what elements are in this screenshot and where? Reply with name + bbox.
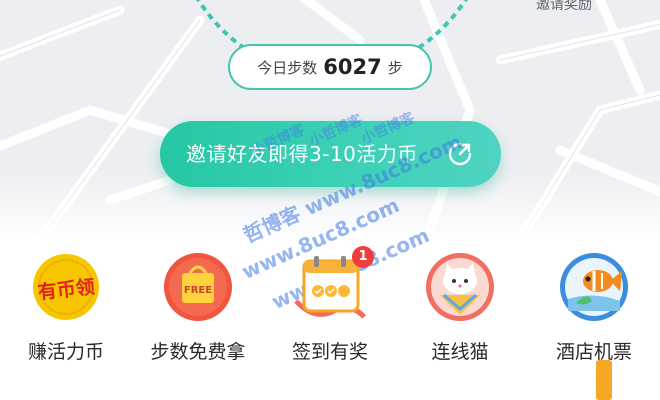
feature-checkin[interactable]: 签到有奖: [270, 245, 390, 375]
feature-link-cat[interactable]: 连线猫: [400, 245, 520, 375]
feature-label: 赚活力币: [27, 341, 104, 363]
steps-label: 今日步数: [257, 58, 318, 77]
steps-count: 6027: [323, 55, 382, 79]
today-steps-pill: 今日步数 6027 步: [228, 44, 432, 90]
feature-label: 连线猫: [431, 341, 489, 363]
feature-hotel-flight[interactable]: 酒店机票: [534, 245, 654, 375]
steps-unit: 步: [387, 58, 403, 77]
feature-label: 步数免费拿: [150, 341, 246, 363]
feature-steps-free[interactable]: FREE 步数免费拿: [138, 245, 258, 375]
cat-icon: [426, 253, 494, 321]
floating-orange-marker: [596, 360, 612, 400]
feature-label: 酒店机票: [555, 341, 632, 363]
gift-icon-text: FREE: [184, 285, 212, 296]
feature-earn-coins[interactable]: 有币领 赚活力币: [6, 245, 126, 375]
earn-coin-icon: 有币领: [33, 254, 99, 320]
fish-travel-icon: [560, 253, 628, 321]
notification-badge: 1: [352, 246, 374, 268]
feature-label: 签到有奖: [291, 341, 368, 363]
free-gift-bag-icon: FREE: [164, 253, 232, 321]
invite-reward-link[interactable]: 邀请奖励: [536, 0, 592, 14]
feature-icon-row: 有币领 赚活力币 FREE 步数免费拿 签到有奖 连线猫 酒店机票: [0, 245, 660, 375]
